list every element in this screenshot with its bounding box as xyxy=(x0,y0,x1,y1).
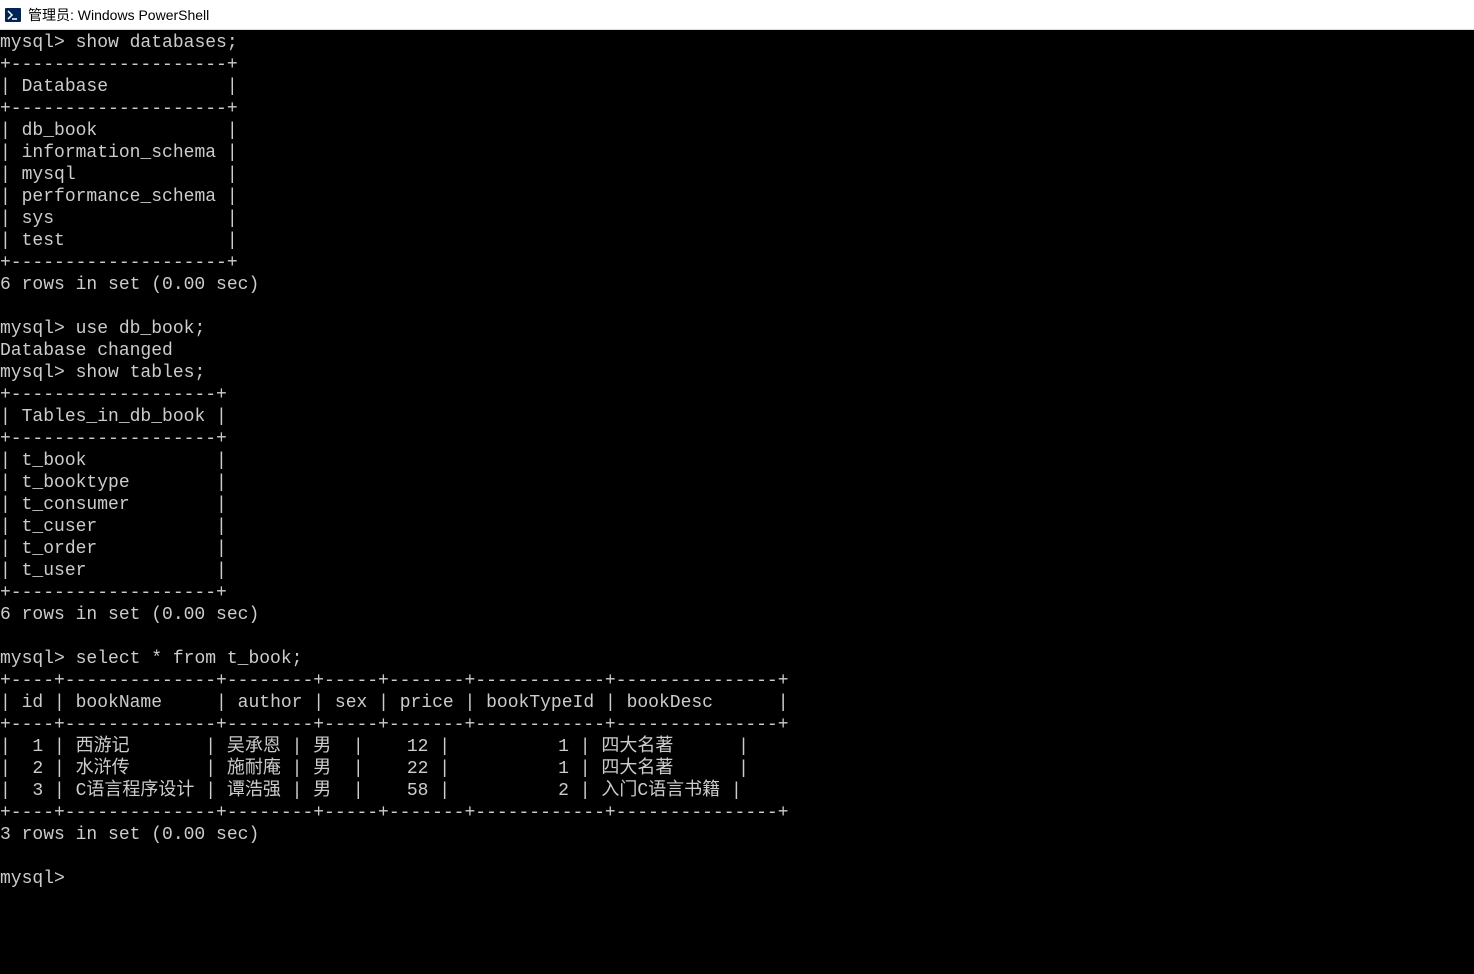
column-header-sex: sex xyxy=(335,693,367,713)
table-border: +--------------------+ xyxy=(0,55,238,75)
column-header-tables: Tables_in_db_book xyxy=(22,407,206,427)
cell-bookdesc: 四大名著 xyxy=(601,759,673,779)
cell-sex: 男 xyxy=(313,781,331,801)
cell-author: 施耐庵 xyxy=(227,759,281,779)
mysql-prompt: mysql> xyxy=(0,319,65,339)
table-border: +----+--------------+--------+-----+----… xyxy=(0,803,789,823)
powershell-icon xyxy=(4,6,22,24)
window-title: 管理员: Windows PowerShell xyxy=(28,5,209,25)
mysql-prompt: mysql> xyxy=(0,33,65,53)
column-header-price: price xyxy=(400,693,454,713)
cell-author: 谭浩强 xyxy=(227,781,281,801)
database-name: mysql xyxy=(22,165,76,185)
column-header-bookdesc: bookDesc xyxy=(627,693,713,713)
cell-price: 22 xyxy=(407,759,429,779)
cell-price: 12 xyxy=(407,737,429,757)
table-border: +--------------------+ xyxy=(0,99,238,119)
column-header-author: author xyxy=(238,693,303,713)
column-header-bookname: bookName xyxy=(76,693,162,713)
table-border: +----+--------------+--------+-----+----… xyxy=(0,715,789,735)
table-name: t_booktype xyxy=(22,473,130,493)
command-show-tables: show tables; xyxy=(76,363,206,383)
terminal-output[interactable]: mysql> show databases; +----------------… xyxy=(0,30,1474,892)
cell-sex: 男 xyxy=(313,759,331,779)
table-name: t_user xyxy=(22,561,87,581)
table-border: +-------------------+ xyxy=(0,429,227,449)
cell-author: 吴承恩 xyxy=(227,737,281,757)
command-select-book: select * from t_book; xyxy=(76,649,303,669)
cell-bookname: 水浒传 xyxy=(76,759,130,779)
cell-booktypeid: 2 xyxy=(558,781,569,801)
column-header-database: Database xyxy=(22,77,108,97)
database-name: db_book xyxy=(22,121,98,141)
database-name: information_schema xyxy=(22,143,216,163)
database-changed-msg: Database changed xyxy=(0,341,173,361)
cell-bookdesc: 四大名著 xyxy=(601,737,673,757)
rows-in-set: 6 rows in set (0.00 sec) xyxy=(0,275,259,295)
table-border: +-------------------+ xyxy=(0,385,227,405)
cell-sex: 男 xyxy=(313,737,331,757)
cell-bookdesc: 入门C语言书籍 xyxy=(601,781,720,801)
column-header-id: id xyxy=(22,693,44,713)
cell-bookname: 西游记 xyxy=(76,737,130,757)
database-name: performance_schema xyxy=(22,187,216,207)
table-border: +-------------------+ xyxy=(0,583,227,603)
cell-booktypeid: 1 xyxy=(558,737,569,757)
mysql-prompt: mysql> xyxy=(0,363,65,383)
table-name: t_consumer xyxy=(22,495,130,515)
command-use-db: use db_book; xyxy=(76,319,206,339)
mysql-prompt: mysql> xyxy=(0,649,65,669)
cell-id: 2 xyxy=(32,759,43,779)
rows-in-set: 6 rows in set (0.00 sec) xyxy=(0,605,259,625)
cell-id: 3 xyxy=(32,781,43,801)
mysql-prompt: mysql> xyxy=(0,869,65,889)
column-header-booktypeid: bookTypeId xyxy=(486,693,594,713)
table-name: t_cuser xyxy=(22,517,98,537)
table-name: t_order xyxy=(22,539,98,559)
cell-price: 58 xyxy=(407,781,429,801)
titlebar: 管理员: Windows PowerShell xyxy=(0,0,1474,30)
cell-booktypeid: 1 xyxy=(558,759,569,779)
table-border: +--------------------+ xyxy=(0,253,238,273)
cell-bookname: C语言程序设计 xyxy=(76,781,195,801)
command-show-databases: show databases; xyxy=(76,33,238,53)
table-border: +----+--------------+--------+-----+----… xyxy=(0,671,789,691)
database-name: test xyxy=(22,231,65,251)
table-name: t_book xyxy=(22,451,87,471)
cell-id: 1 xyxy=(32,737,43,757)
rows-in-set: 3 rows in set (0.00 sec) xyxy=(0,825,259,845)
database-name: sys xyxy=(22,209,54,229)
